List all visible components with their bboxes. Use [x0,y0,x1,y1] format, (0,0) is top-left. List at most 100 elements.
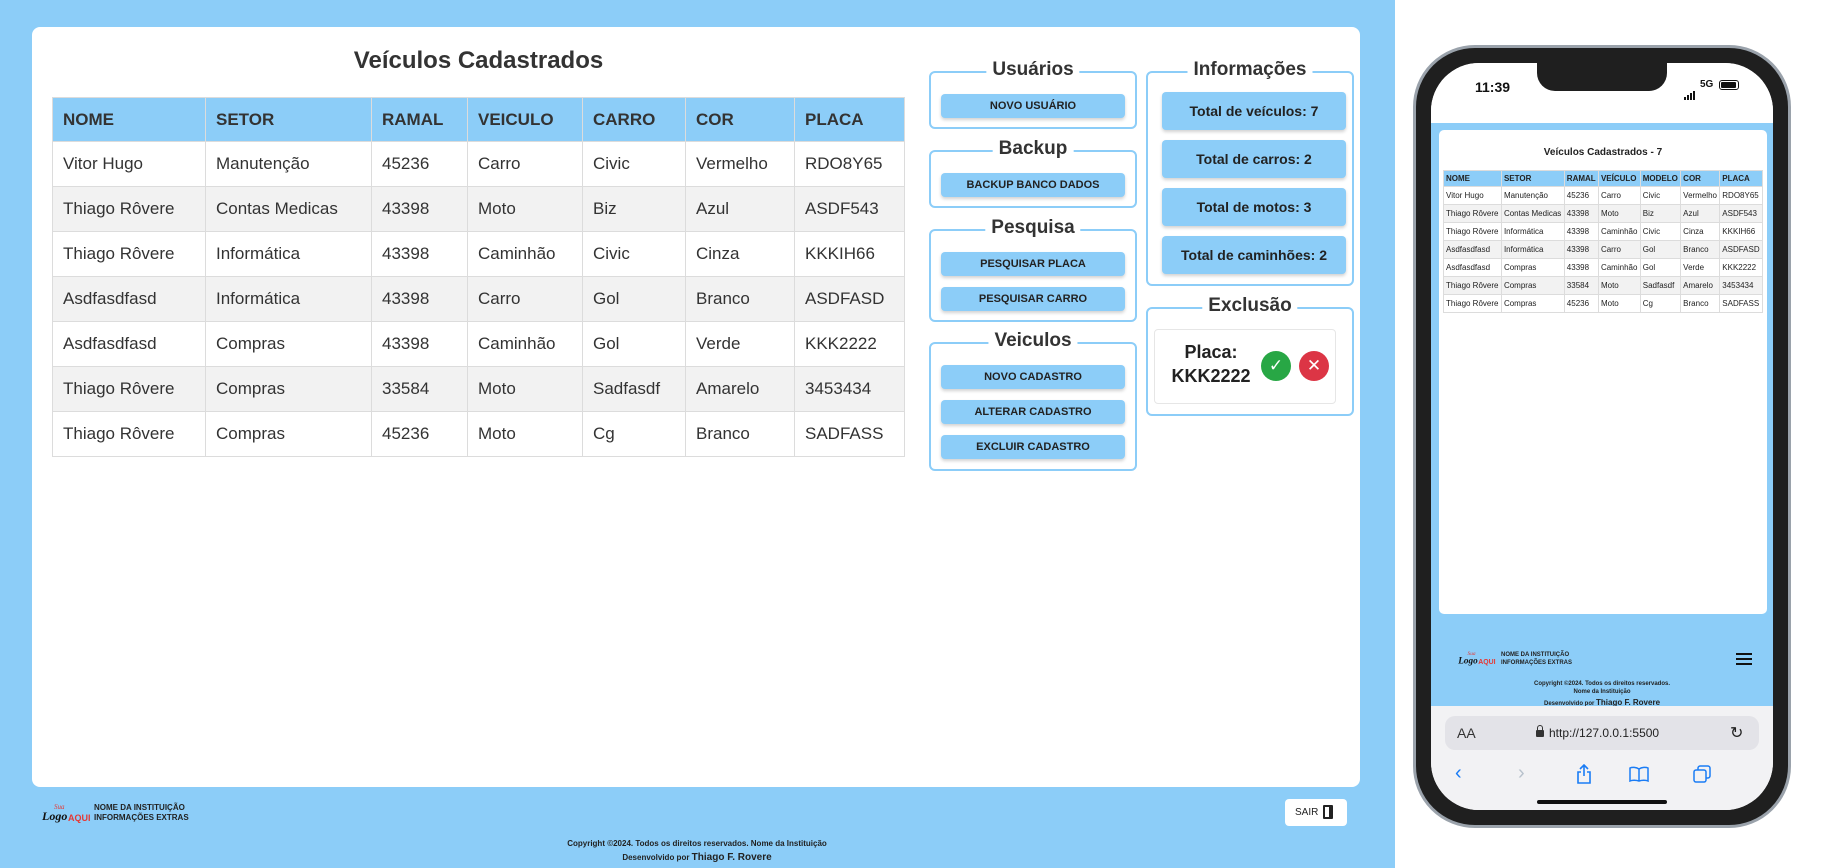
cell-setor: Manutenção [205,141,372,187]
panel-usuarios-title: Usuários [986,59,1080,81]
cell-carro: Civic [582,141,686,187]
cell-carro: Biz [582,186,686,232]
cell-cor: Branco [685,411,795,457]
cell-setor: Manutenção [1500,186,1565,205]
network-type: 5G [1700,79,1714,90]
cell-carro: Gol [582,276,686,322]
phone-mockup: 11:39 5G Veículos Cadastrados - 7 NOME S… [1413,45,1791,828]
text-size-button[interactable]: AA [1457,725,1476,741]
alterar-cadastro-button[interactable]: ALTERAR CADASTRO [941,400,1125,424]
cell-nome: Thiago Rôvere [1443,222,1502,241]
copyright-text: Copyright ©2024. Todos os direitos reser… [567,839,827,848]
backup-banco-dados-button[interactable]: BACKUP BANCO DADOS [941,173,1125,197]
cell-placa: KKK2222 [1719,258,1763,277]
cell-cor: Branco [1680,294,1721,313]
cell-placa: KKK2222 [794,321,905,367]
cell-nome: Asdfasdfasd [52,276,206,322]
table-row[interactable]: Thiago Rôvere Compras 33584 Moto Sadfasd… [1443,276,1763,295]
cell-nome: Thiago Rôvere [1443,204,1502,223]
col-cor: COR [685,97,795,142]
cell-cor: Amarelo [685,366,795,412]
developer-credit: Desenvolvido por Thiago F. Rovere [432,852,962,863]
table-row[interactable]: Thiago Rôvere Contas Medicas 43398 Moto … [1443,204,1763,223]
exclusao-placa-label: Placa: [1184,342,1238,362]
cell-modelo: Gol [1639,240,1682,259]
cell-ramal: 43398 [371,186,468,232]
table-row[interactable]: Asdfasdfasd Informática 43398 Carro Gol … [1443,240,1763,259]
forward-icon[interactable]: › [1518,762,1525,785]
hamburger-menu-icon[interactable] [1736,653,1752,665]
phone-table-header-row: NOME SETOR RAMAL VEÍCULO MODELO COR PLAC… [1443,170,1763,187]
cell-veiculo: Carro [1597,240,1641,259]
cell-ramal: 43398 [1563,258,1599,277]
cell-placa: RDO8Y65 [794,141,905,187]
table-row[interactable]: Thiago Rôvere Informática 43398 Caminhão… [52,231,905,277]
cell-veiculo: Caminhão [1597,258,1641,277]
cell-nome: Vitor Hugo [1443,186,1502,205]
cell-setor: Compras [1500,294,1565,313]
exclusao-placa-value: KKK2222 [1171,366,1251,386]
cell-cor: Azul [1680,204,1721,223]
vehicles-table: NOME SETOR RAMAL VEICULO CARRO COR PLACA… [52,97,905,457]
cell-ramal: 43398 [1563,240,1599,259]
table-row[interactable]: Thiago Rôvere Compras 33584 Moto Sadfasd… [52,366,905,412]
col-veiculo: VEÍCULO [1597,170,1641,187]
institution-extra: INFORMAÇÕES EXTRAS [94,813,189,822]
table-row[interactable]: Vitor Hugo Manutenção 45236 Carro Civic … [1443,186,1763,205]
pesquisar-placa-button[interactable]: PESQUISAR PLACA [941,252,1125,276]
novo-usuario-button[interactable]: NOVO USUÁRIO [941,94,1125,118]
cell-nome: Thiago Rôvere [52,366,206,412]
table-row[interactable]: Asdfasdfasd Compras 43398 Caminhão Gol V… [52,321,905,367]
cell-setor: Compras [1500,258,1565,277]
cell-cor: Vermelho [685,141,795,187]
table-row[interactable]: Thiago Rôvere Compras 45236 Moto Cg Bran… [1443,294,1763,313]
table-row[interactable]: Asdfasdfasd Compras 43398 Caminhão Gol V… [1443,258,1763,277]
cell-ramal: 43398 [371,276,468,322]
sair-button[interactable]: SAIR [1285,799,1347,826]
logo-icon: Sua Logo AQUI [41,803,90,823]
home-indicator [1537,800,1667,804]
confirm-check-icon[interactable]: ✓ [1261,351,1291,381]
cell-cor: Branco [1680,240,1721,259]
lock-icon [1536,725,1544,737]
cell-ramal: 45236 [1563,186,1599,205]
cell-placa: KKKIH66 [794,231,905,277]
phone-notch [1537,63,1667,91]
cell-nome: Thiago Rôvere [52,186,206,232]
table-row[interactable]: Asdfasdfasd Informática 43398 Carro Gol … [52,276,905,322]
table-header-row: NOME SETOR RAMAL VEICULO CARRO COR PLACA [52,97,905,142]
table-row[interactable]: Vitor Hugo Manutenção 45236 Carro Civic … [52,141,905,187]
cell-carro: Gol [582,321,686,367]
cell-ramal: 43398 [1563,222,1599,241]
sair-label: SAIR [1295,807,1319,818]
status-time: 11:39 [1475,79,1511,95]
cell-setor: Contas Medicas [1500,204,1565,223]
col-veiculo: VEICULO [467,97,583,142]
back-icon[interactable]: ‹ [1455,762,1462,785]
table-row[interactable]: Thiago Rôvere Contas Medicas 43398 Moto … [52,186,905,232]
reload-icon[interactable]: ↻ [1730,723,1743,743]
tabs-icon[interactable] [1693,765,1711,783]
panel-backup-title: Backup [992,138,1074,160]
cell-setor: Informática [1500,222,1565,241]
panel-usuarios: Usuários NOVO USUÁRIO [929,59,1137,129]
pesquisar-carro-button[interactable]: PESQUISAR CARRO [941,287,1125,311]
novo-cadastro-button[interactable]: NOVO CADASTRO [941,365,1125,389]
panel-pesquisa-title: Pesquisa [985,217,1081,239]
cell-ramal: 43398 [1563,204,1599,223]
excluir-cadastro-button[interactable]: EXCLUIR CADASTRO [941,435,1125,459]
share-icon[interactable] [1576,764,1592,784]
cancel-x-icon[interactable]: ✕ [1299,351,1329,381]
bookmarks-icon[interactable] [1629,766,1649,782]
developer-prefix: Desenvolvido por [622,853,690,862]
signal-icon [1684,82,1696,100]
panel-exclusao: Exclusão Placa: KKK2222 ✓ ✕ [1146,295,1354,416]
panel-pesquisa: Pesquisa PESQUISAR PLACA PESQUISAR CARRO [929,217,1137,322]
address-bar[interactable]: AA http://127.0.0.1:5500 ↻ [1445,716,1759,750]
cell-veiculo: Carro [467,276,583,322]
panel-exclusao-title: Exclusão [1202,295,1298,317]
col-setor: SETOR [205,97,372,142]
table-row[interactable]: Thiago Rôvere Informática 43398 Caminhão… [1443,222,1763,241]
logo-text-logo: Logo [1457,655,1478,665]
table-row[interactable]: Thiago Rôvere Compras 45236 Moto Cg Bran… [52,411,905,457]
